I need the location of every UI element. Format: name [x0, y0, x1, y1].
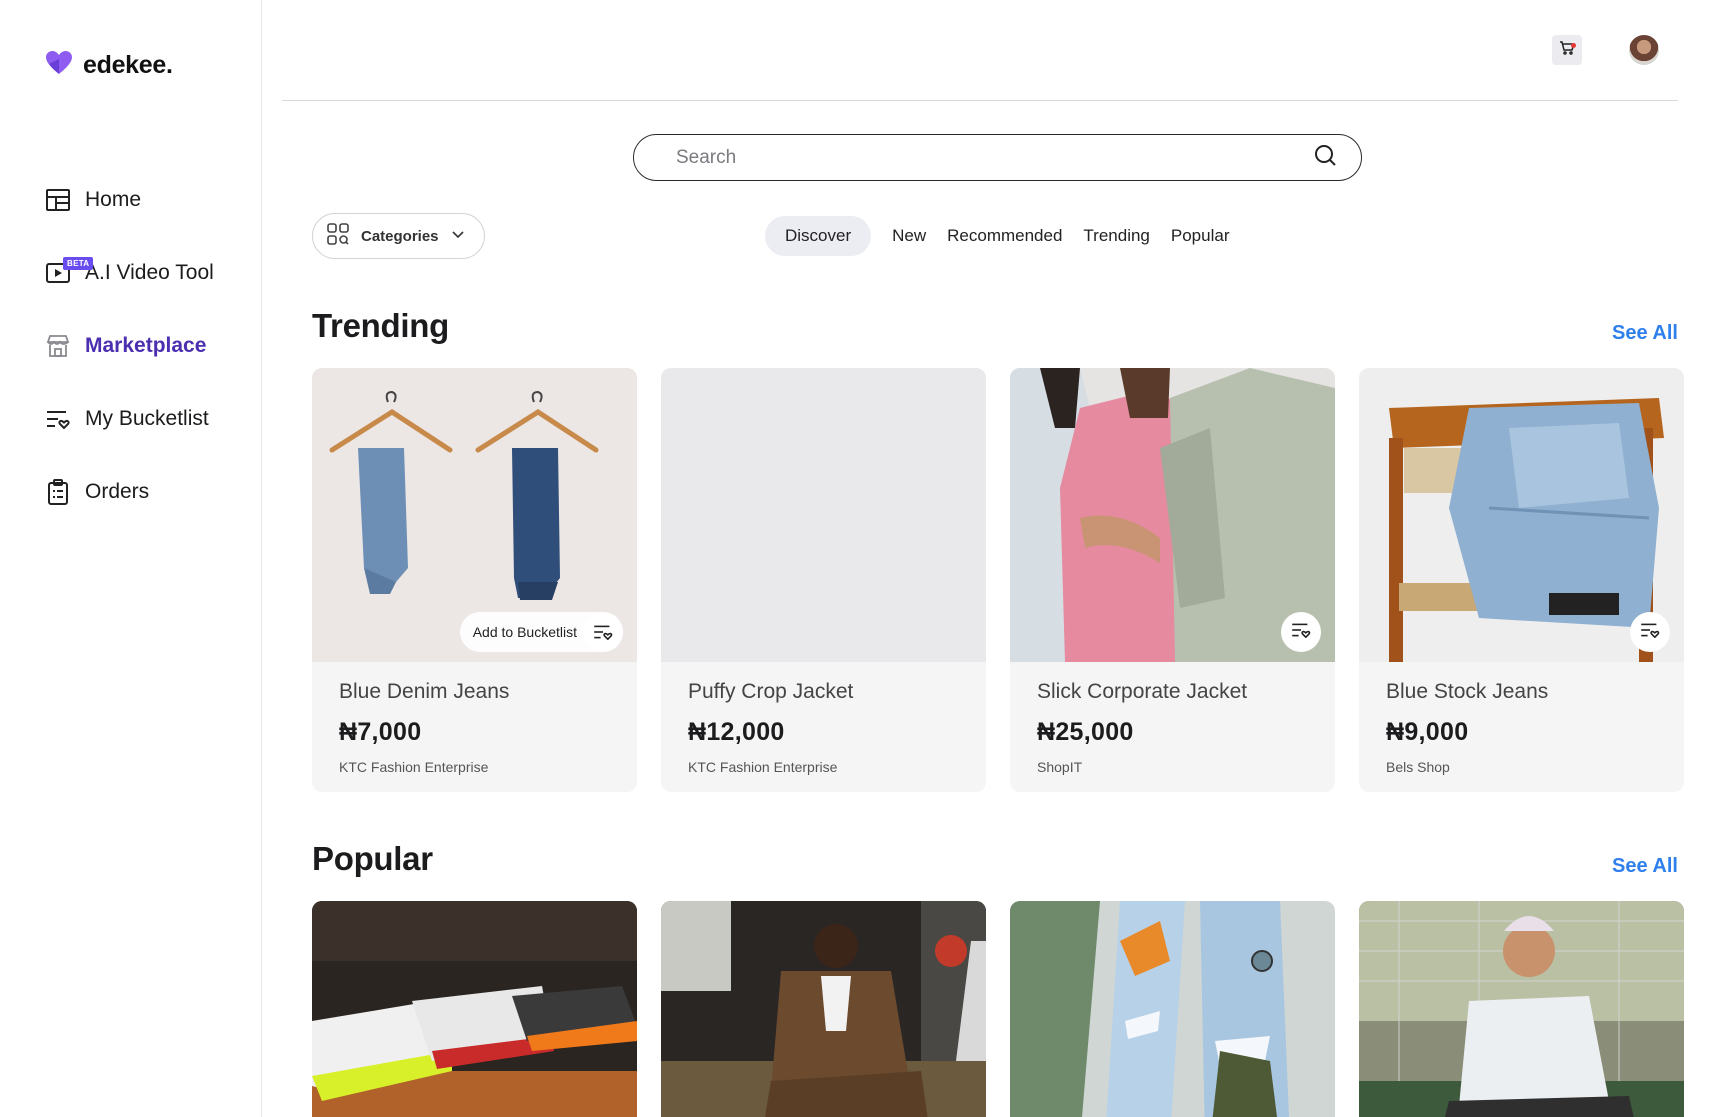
bucketlist-icon: [1640, 622, 1660, 643]
tab-new[interactable]: New: [892, 226, 926, 246]
sidebar-item-marketplace[interactable]: Marketplace: [45, 326, 260, 366]
product-seller: ShopIT: [1037, 759, 1083, 775]
sidebar-item-label: A.I Video Tool: [85, 261, 214, 284]
product-price: ₦12,000: [688, 718, 785, 746]
tab-trending[interactable]: Trending: [1083, 226, 1149, 246]
bucketlist-icon: [583, 612, 623, 652]
bucketlist-icon: [1291, 622, 1311, 643]
product-info: Blue Stock Jeans ₦9,000 Bels Shop: [1386, 668, 1664, 775]
sidebar: edekee. Home BETA A.I Video Tool Marketp…: [0, 0, 262, 1117]
cart-button[interactable]: [1552, 35, 1582, 65]
sidebar-item-home[interactable]: Home: [45, 180, 260, 220]
categories-dropdown[interactable]: Categories: [312, 213, 485, 259]
sidebar-nav: Home BETA A.I Video Tool Marketplace My …: [45, 180, 260, 545]
product-seller: KTC Fashion Enterprise: [339, 759, 489, 775]
avatar[interactable]: [1629, 35, 1659, 65]
search-icon[interactable]: [1313, 143, 1337, 172]
product-info: Blue Denim Jeans ₦7,000 KTC Fashion Ente…: [339, 668, 617, 775]
categories-label: Categories: [361, 227, 439, 245]
popular-product-card[interactable]: [1359, 901, 1684, 1117]
product-info: Puffy Crop Jacket ₦12,000 KTC Fashion En…: [688, 668, 966, 775]
add-to-bucketlist-button[interactable]: [1630, 612, 1670, 652]
brand-logo[interactable]: edekee.: [45, 50, 173, 81]
product-seller: Bels Shop: [1386, 759, 1450, 775]
product-image: [1010, 901, 1335, 1117]
add-to-bucketlist-label: Add to Bucketlist: [472, 624, 577, 640]
product-seller: KTC Fashion Enterprise: [688, 759, 838, 775]
add-to-bucketlist-button[interactable]: [1281, 612, 1321, 652]
see-all-trending-link[interactable]: See All: [1612, 322, 1678, 345]
sidebar-item-ai-video-tool[interactable]: BETA A.I Video Tool: [45, 253, 260, 293]
product-card[interactable]: Slick Corporate Jacket ₦25,000 ShopIT: [1010, 368, 1335, 792]
heart-logo-icon: [45, 50, 73, 81]
beta-badge: BETA: [63, 257, 94, 270]
chevron-down-icon: [451, 227, 465, 245]
product-price: ₦7,000: [339, 718, 422, 746]
tab-recommended[interactable]: Recommended: [947, 226, 1062, 246]
product-card[interactable]: Blue Stock Jeans ₦9,000 Bels Shop: [1359, 368, 1684, 792]
product-name: Puffy Crop Jacket: [688, 680, 854, 703]
store-icon: [45, 333, 71, 359]
brand-name: edekee.: [83, 51, 173, 79]
layout-icon: [45, 187, 71, 213]
sidebar-item-label: Marketplace: [85, 334, 207, 357]
app-root: edekee. Home BETA A.I Video Tool Marketp…: [0, 0, 1728, 1117]
add-to-bucketlist-button[interactable]: Add to Bucketlist: [459, 612, 623, 652]
product-name: Slick Corporate Jacket: [1037, 680, 1248, 703]
product-image: [661, 901, 986, 1117]
product-image-placeholder: [661, 368, 986, 662]
sidebar-item-orders[interactable]: Orders: [45, 472, 260, 512]
tab-popular[interactable]: Popular: [1171, 226, 1230, 246]
product-card[interactable]: Add to Bucketlist Blue Denim Jeans ₦7,00…: [312, 368, 637, 792]
search-bar: [633, 134, 1362, 181]
product-info: Slick Corporate Jacket ₦25,000 ShopIT: [1037, 668, 1315, 775]
filter-tabs: Discover New Recommended Trending Popula…: [765, 216, 1251, 256]
sidebar-item-label: Home: [85, 188, 142, 211]
top-bar: [282, 0, 1678, 101]
sidebar-item-label: Orders: [85, 480, 150, 503]
product-price: ₦25,000: [1037, 718, 1134, 746]
tab-discover[interactable]: Discover: [765, 216, 872, 256]
bucketlist-icon: [45, 406, 71, 432]
grid-icon: [327, 222, 349, 250]
sidebar-item-my-bucketlist[interactable]: My Bucketlist: [45, 399, 260, 439]
product-card[interactable]: Puffy Crop Jacket ₦12,000 KTC Fashion En…: [661, 368, 986, 792]
section-title-trending: Trending: [312, 307, 449, 344]
see-all-popular-link[interactable]: See All: [1612, 855, 1678, 878]
product-image: [1359, 901, 1684, 1117]
search-input[interactable]: [676, 146, 1313, 169]
product-price: ₦9,000: [1386, 718, 1469, 746]
popular-product-card[interactable]: [661, 901, 986, 1117]
cart-notification-dot: [1571, 43, 1576, 48]
product-image: [312, 901, 637, 1117]
section-title-popular: Popular: [312, 840, 433, 877]
popular-product-card[interactable]: [1010, 901, 1335, 1117]
product-name: Blue Stock Jeans: [1386, 680, 1549, 703]
popular-product-card[interactable]: [312, 901, 637, 1117]
clipboard-icon: [45, 479, 71, 505]
sidebar-item-label: My Bucketlist: [85, 407, 209, 430]
product-name: Blue Denim Jeans: [339, 680, 510, 703]
